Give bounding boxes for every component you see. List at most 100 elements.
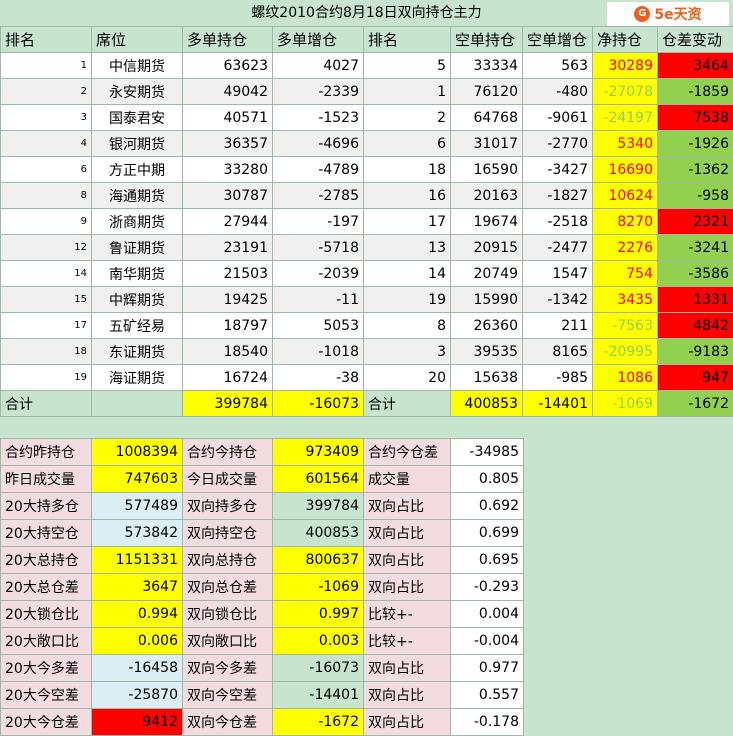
summary-label-c: 双向占比 bbox=[364, 520, 451, 547]
short-rank-cell: 17 bbox=[364, 209, 451, 235]
table-row: 17五矿经易187975053826360211-75634842 bbox=[1, 313, 733, 339]
short-rank-cell: 18 bbox=[364, 157, 451, 183]
summary-value-a: -16458 bbox=[92, 655, 183, 682]
short-rank-cell: 5 bbox=[364, 53, 451, 79]
summary-value-c: -0.004 bbox=[451, 628, 524, 655]
summary-value-b: 399784 bbox=[273, 493, 364, 520]
summary-label-a: 20大今仓差 bbox=[1, 709, 92, 736]
total-long: 399784 bbox=[183, 391, 273, 417]
summary-row: 20大总仓差3647双向总仓差-1069双向占比-0.293 bbox=[1, 574, 524, 601]
summary-label-a: 20大锁仓比 bbox=[1, 601, 92, 628]
net-cell: -7563 bbox=[593, 313, 658, 339]
table-row: 4银河期货36357-4696631017-27705340-1926 bbox=[1, 131, 733, 157]
summary-value-c: -0.293 bbox=[451, 574, 524, 601]
long-change-cell: 5053 bbox=[273, 313, 364, 339]
seat-cell: 银河期货 bbox=[92, 131, 183, 157]
long-cell: 27944 bbox=[183, 209, 273, 235]
rank-cell: 9 bbox=[1, 209, 92, 235]
summary-value-b: -14401 bbox=[273, 682, 364, 709]
header-rank: 排名 bbox=[1, 27, 92, 53]
summary-label-b: 双向总仓差 bbox=[183, 574, 273, 601]
long-change-cell: -4789 bbox=[273, 157, 364, 183]
long-cell: 30787 bbox=[183, 183, 273, 209]
total-short: 400853 bbox=[451, 391, 523, 417]
long-cell: 23191 bbox=[183, 235, 273, 261]
long-cell: 21503 bbox=[183, 261, 273, 287]
diff-cell: -1859 bbox=[658, 79, 733, 105]
summary-value-a: 1151331 bbox=[92, 547, 183, 574]
summary-value-c: 0.977 bbox=[451, 655, 524, 682]
short-change-cell: 1547 bbox=[523, 261, 593, 287]
seat-cell: 五矿经易 bbox=[92, 313, 183, 339]
summary-label-a: 20大总仓差 bbox=[1, 574, 92, 601]
short-change-cell: -9061 bbox=[523, 105, 593, 131]
table-row: 3国泰君安40571-1523264768-9061-241977538 bbox=[1, 105, 733, 131]
short-cell: 16590 bbox=[451, 157, 523, 183]
summary-row: 20大持空仓573842双向持空仓400853双向占比0.699 bbox=[1, 520, 524, 547]
summary-value-c: -0.178 bbox=[451, 709, 524, 736]
rank-cell: 14 bbox=[1, 261, 92, 287]
long-change-cell: -38 bbox=[273, 365, 364, 391]
diff-cell: 1331 bbox=[658, 287, 733, 313]
net-cell: 5340 bbox=[593, 131, 658, 157]
summary-value-b: 973409 bbox=[273, 439, 364, 466]
header-long: 多单持仓 bbox=[183, 27, 273, 53]
summary-label-c: 双向占比 bbox=[364, 493, 451, 520]
long-change-cell: -2339 bbox=[273, 79, 364, 105]
summary-value-c: 0.692 bbox=[451, 493, 524, 520]
logo-text: 5e天资 bbox=[654, 4, 701, 24]
summary-value-b: -16073 bbox=[273, 655, 364, 682]
summary-value-a: 0.006 bbox=[92, 628, 183, 655]
long-change-cell: -2039 bbox=[273, 261, 364, 287]
rank-cell: 2 bbox=[1, 79, 92, 105]
long-cell: 19425 bbox=[183, 287, 273, 313]
short-rank-cell: 3 bbox=[364, 339, 451, 365]
summary-value-a: 747603 bbox=[92, 466, 183, 493]
header-long-change: 多单增仓 bbox=[273, 27, 364, 53]
rank-cell: 4 bbox=[1, 131, 92, 157]
summary-label-a: 20大总持仓 bbox=[1, 547, 92, 574]
summary-label-c: 双向占比 bbox=[364, 709, 451, 736]
seat-cell: 永安期货 bbox=[92, 79, 183, 105]
short-rank-cell: 2 bbox=[364, 105, 451, 131]
long-change-cell: -5718 bbox=[273, 235, 364, 261]
long-change-cell: -1018 bbox=[273, 339, 364, 365]
long-change-cell: -2785 bbox=[273, 183, 364, 209]
summary-label-a: 20大今多差 bbox=[1, 655, 92, 682]
table-row: 6方正中期33280-47891816590-342716690-1362 bbox=[1, 157, 733, 183]
short-rank-cell: 19 bbox=[364, 287, 451, 313]
table-row: 14南华期货21503-203914207491547754-3586 bbox=[1, 261, 733, 287]
diff-cell: -9183 bbox=[658, 339, 733, 365]
summary-label-c: 比较+- bbox=[364, 601, 451, 628]
short-cell: 20163 bbox=[451, 183, 523, 209]
short-change-cell: 563 bbox=[523, 53, 593, 79]
summary-label-a: 合约昨持仓 bbox=[1, 439, 92, 466]
diff-cell: -1362 bbox=[658, 157, 733, 183]
summary-value-a: 573842 bbox=[92, 520, 183, 547]
net-cell: 3435 bbox=[593, 287, 658, 313]
summary-label-c: 双向占比 bbox=[364, 655, 451, 682]
table-row: 15中辉期货19425-111915990-134234351331 bbox=[1, 287, 733, 313]
long-cell: 18797 bbox=[183, 313, 273, 339]
summary-label-a: 20大持空仓 bbox=[1, 520, 92, 547]
net-cell: 10624 bbox=[593, 183, 658, 209]
total-label: 合计 bbox=[1, 391, 92, 417]
long-change-cell: -4696 bbox=[273, 131, 364, 157]
total-row: 合计 399784 -16073 合计 400853 -14401 -1069 … bbox=[1, 391, 733, 417]
rank-cell: 8 bbox=[1, 183, 92, 209]
header-short-change: 空单增仓 bbox=[523, 27, 593, 53]
summary-row: 20大锁仓比0.994双向锁仓比0.997比较+-0.004 bbox=[1, 601, 524, 628]
net-cell: 2276 bbox=[593, 235, 658, 261]
summary-label-b: 双向今多差 bbox=[183, 655, 273, 682]
short-change-cell: -2518 bbox=[523, 209, 593, 235]
header-diff: 仓差变动 bbox=[658, 27, 733, 53]
short-cell: 15990 bbox=[451, 287, 523, 313]
diff-cell: 7538 bbox=[658, 105, 733, 131]
summary-label-a: 20大持多仓 bbox=[1, 493, 92, 520]
header-row: 排名 席位 多单持仓 多单增仓 排名 空单持仓 空单增仓 净持仓 仓差变动 bbox=[1, 27, 733, 53]
header-net: 净持仓 bbox=[593, 27, 658, 53]
long-cell: 36357 bbox=[183, 131, 273, 157]
summary-label-b: 双向敞口比 bbox=[183, 628, 273, 655]
summary-label-b: 双向持多仓 bbox=[183, 493, 273, 520]
long-change-cell: -11 bbox=[273, 287, 364, 313]
